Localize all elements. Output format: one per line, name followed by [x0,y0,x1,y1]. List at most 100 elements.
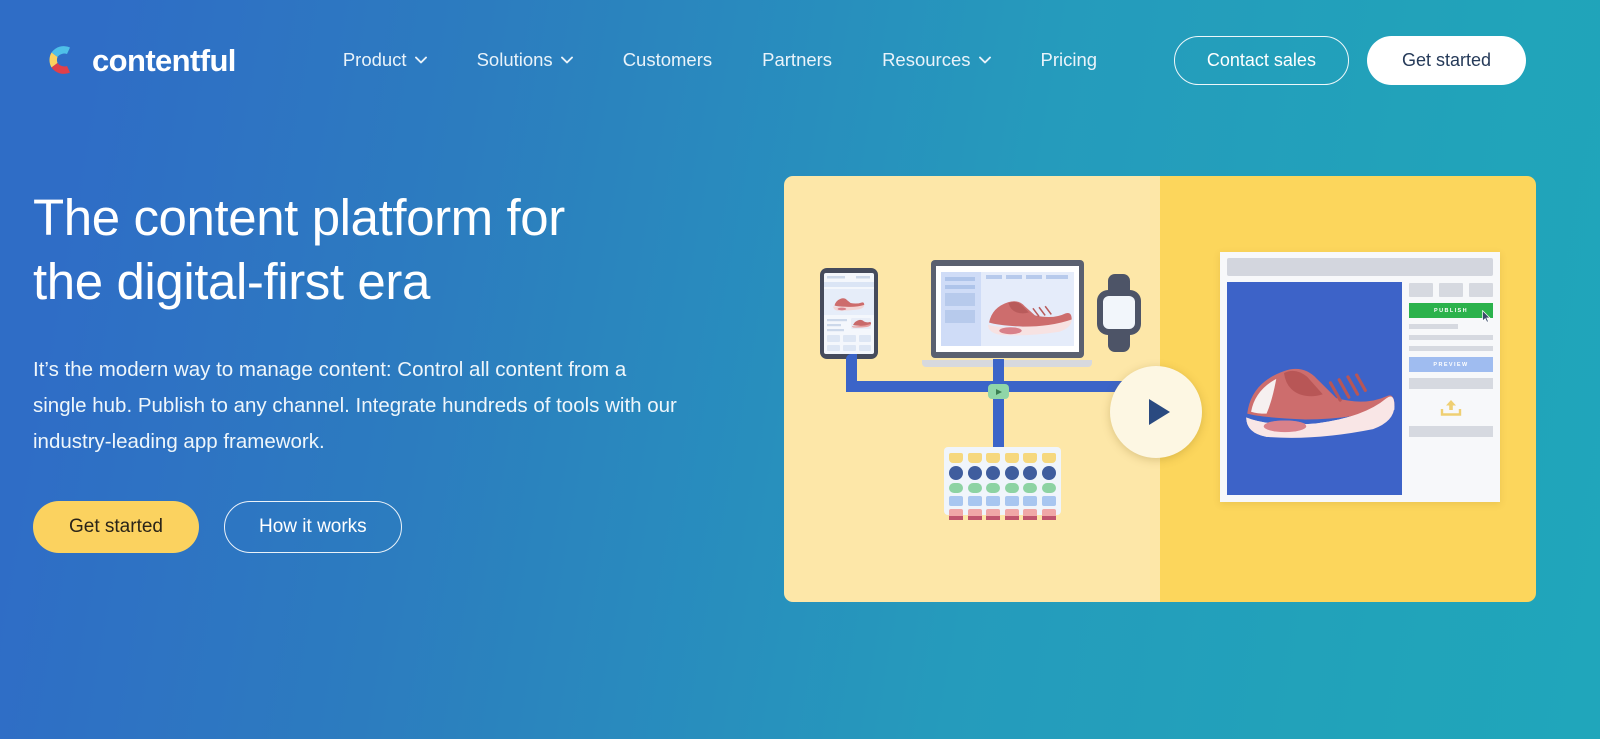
header-actions: Contact sales Get started [1173,35,1560,85]
hero-cta-group: Get started How it works [33,500,733,553]
sidebar-block [1409,426,1493,437]
nav-label-customers: Customers [622,48,713,70]
grid-tag [986,453,1001,463]
illustration-right-panel: PUBLISH PREVIEW [1160,176,1536,602]
smartwatch-mockup [1097,274,1141,352]
laptop-mockup [922,260,1092,367]
content-grid-row [949,496,1056,507]
hero-subtitle: It’s the modern way to manage content: C… [33,357,677,454]
sidebar-line [1409,324,1458,329]
brand-logo[interactable]: contentful [42,40,236,80]
contact-sales-button[interactable]: Contact sales [1173,35,1349,85]
nav-item-customers[interactable]: Customers [598,41,737,80]
grid-pill [1004,482,1019,493]
nav-label-product: Product [342,48,407,70]
preview-button[interactable]: PREVIEW [1409,357,1493,372]
sidebar-block [1409,378,1493,389]
grid-square [1023,496,1038,507]
sidebar-line [1409,335,1493,340]
phone-mockup [820,268,878,359]
browser-toolbar [1220,252,1500,282]
grid-dot [949,465,963,480]
hero-section: The content platform for the digital-fir… [33,186,733,553]
grid-dot [1041,465,1056,480]
content-grid-row [949,465,1056,480]
connector-node-icon [988,384,1009,399]
grid-tag [949,453,963,463]
grid-pill [1023,482,1038,493]
nav-item-pricing[interactable]: Pricing [1016,41,1123,80]
grid-tag [1041,453,1056,463]
grid-tag [1023,453,1038,463]
nav-item-product[interactable]: Product [318,41,452,80]
sidebar-chip[interactable] [1469,283,1493,297]
grid-dot [967,465,982,480]
nav-label-resources: Resources [882,48,971,70]
grid-square [1041,496,1056,507]
hero-illustration: PUBLISH PREVIEW [784,176,1536,602]
nav-item-partners[interactable]: Partners [737,41,857,80]
hero-title-line2: the digital-first era [33,253,430,311]
connector-laptop [993,359,1004,385]
grid-square [986,496,1001,507]
phone-content [824,276,874,351]
content-grid-row [949,509,1056,521]
grid-card-item [949,509,963,521]
grid-tag [1004,453,1019,463]
grid-card-item [1004,509,1019,521]
grid-pill [967,482,982,493]
grid-card-item [1041,509,1056,521]
chevron-down-icon [978,56,991,64]
sidebar-chip[interactable] [1409,283,1433,297]
upload-icon [1440,400,1462,416]
browser-canvas [1227,282,1402,495]
publish-button[interactable]: PUBLISH [1409,303,1493,323]
watch-case [1097,290,1141,335]
grid-card-item [986,509,1001,521]
phone-screen [824,273,874,354]
chevron-down-icon [560,56,573,64]
grid-card-item [1023,509,1038,521]
watch-screen [1103,296,1135,329]
sneaker-image [1246,368,1395,438]
grid-tag [967,453,982,463]
nav-label-solutions: Solutions [476,48,553,70]
header-get-started-button[interactable]: Get started [1366,35,1526,85]
publish-label: PUBLISH [1434,307,1468,314]
grid-pill [1041,482,1056,493]
connector-phone [846,354,857,384]
nav-item-resources[interactable]: Resources [857,41,1015,80]
nav-label-partners: Partners [762,48,833,70]
brand-name: contentful [92,42,236,78]
main-navigation: Product Solutions Customers Partners Res… [318,41,1122,80]
grid-dot [986,465,1001,480]
sidebar-chip-row [1409,283,1493,297]
nav-item-solutions[interactable]: Solutions [452,41,598,80]
hero-get-started-button[interactable]: Get started [33,500,199,553]
hero-title: The content platform for the digital-fir… [33,186,733,315]
nav-label-pricing: Pricing [1040,48,1098,70]
chevron-down-icon [414,56,427,64]
browser-mockup: PUBLISH PREVIEW [1220,252,1500,502]
browser-address-bar[interactable] [1227,258,1493,276]
content-grid-row [949,453,1056,463]
browser-body: PUBLISH PREVIEW [1220,282,1500,502]
laptop-base [922,360,1092,367]
sidebar-line [1409,346,1493,351]
laptop-screen [935,266,1079,352]
content-grid-row [949,482,1056,493]
play-icon [1149,399,1170,425]
laptop-body [930,260,1084,358]
sidebar-chip[interactable] [1439,283,1463,297]
grid-dot [1023,465,1038,480]
grid-pill [986,482,1001,493]
grid-square [949,496,963,507]
browser-sidebar: PUBLISH PREVIEW [1409,282,1493,495]
grid-dot [1004,465,1019,480]
preview-label: PREVIEW [1433,361,1469,368]
illustration-left-panel [784,176,1202,602]
site-header: contentful Product Solutions Customers P… [0,0,1600,120]
play-video-button[interactable] [1110,366,1202,458]
grid-square [967,496,982,507]
how-it-works-button[interactable]: How it works [224,500,402,553]
